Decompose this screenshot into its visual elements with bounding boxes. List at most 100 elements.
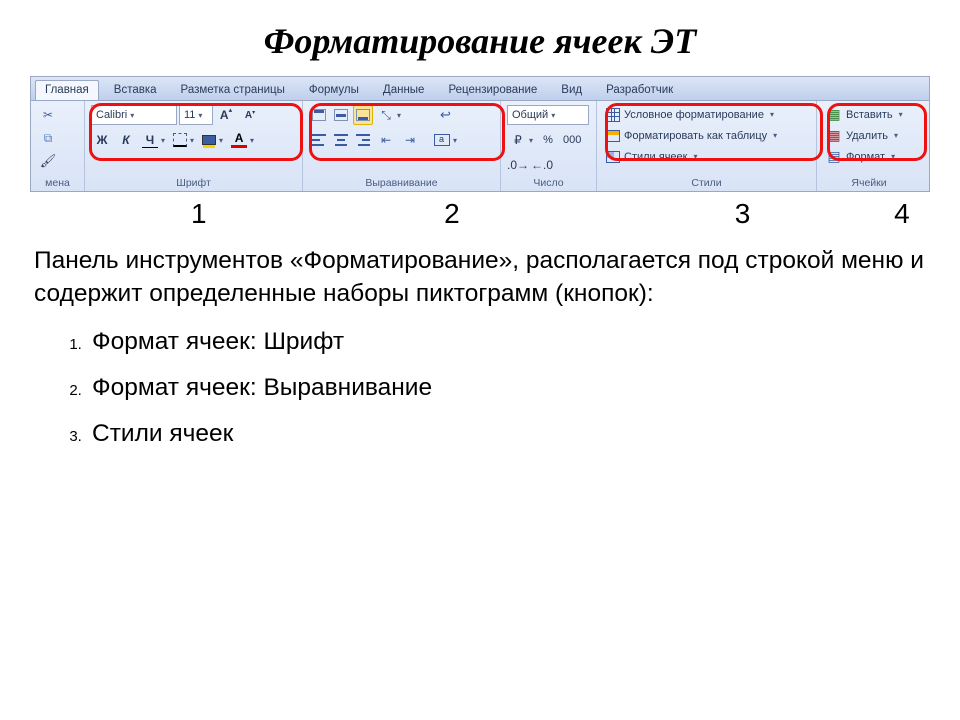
format-as-table-icon — [606, 130, 620, 142]
brush-icon — [40, 153, 56, 169]
delete-icon — [826, 128, 842, 144]
cell-styles-icon — [606, 151, 620, 163]
list-item: Формат ячеек: Шрифт — [86, 328, 930, 356]
format-icon — [826, 149, 842, 165]
group-styles-label: Стили — [603, 177, 810, 190]
thousands-button[interactable]: 000 — [560, 130, 584, 150]
align-center-icon — [334, 134, 348, 146]
tab-home[interactable]: Главная — [35, 80, 99, 100]
font-name-combo[interactable]: Calibri — [91, 105, 177, 125]
group-alignment-label: Выравнивание — [309, 177, 494, 190]
decrease-font-icon — [242, 107, 258, 123]
callout-4: 4 — [874, 198, 930, 230]
group-alignment: Выравнивание — [303, 101, 501, 191]
increase-font-icon — [218, 107, 234, 123]
align-top-icon — [312, 109, 326, 121]
scissors-icon — [40, 107, 56, 123]
list-item: Формат ячеек: Выравнивание — [86, 374, 930, 402]
insert-cells-button[interactable]: Вставить — [823, 105, 915, 124]
font-color-button[interactable] — [228, 130, 257, 150]
bold-icon — [94, 132, 110, 148]
number-format-combo[interactable]: Общий — [507, 105, 589, 125]
shrink-font-button[interactable] — [239, 105, 261, 125]
align-top-button[interactable] — [309, 105, 329, 125]
conditional-formatting-button[interactable]: Условное форматирование — [603, 105, 810, 124]
align-bottom-icon — [356, 109, 370, 121]
tab-developer[interactable]: Разработчик — [597, 81, 682, 100]
group-number-label: Число — [507, 177, 590, 190]
merge-center-button[interactable] — [431, 130, 460, 150]
percent-button[interactable]: % — [538, 130, 558, 150]
align-left-icon — [312, 134, 326, 146]
tab-formulas[interactable]: Формулы — [300, 81, 368, 100]
align-center-button[interactable] — [331, 130, 351, 150]
merge-icon — [434, 134, 450, 146]
currency-button[interactable]: ₽ — [507, 130, 536, 150]
bold-button[interactable] — [91, 130, 113, 150]
wrap-text-icon — [438, 107, 454, 123]
align-right-button[interactable] — [353, 130, 373, 150]
fill-color-button[interactable] — [199, 130, 226, 150]
callout-3: 3 — [714, 198, 770, 230]
underline-button[interactable] — [139, 130, 168, 150]
callout-1: 1 — [171, 198, 227, 230]
border-button[interactable] — [170, 130, 197, 150]
increase-decimal-icon: .0→ — [510, 157, 526, 173]
align-middle-button[interactable] — [331, 105, 351, 125]
border-icon — [173, 133, 187, 147]
tab-data[interactable]: Данные — [374, 81, 434, 100]
grow-font-button[interactable] — [215, 105, 237, 125]
orientation-icon — [378, 107, 394, 123]
insert-icon — [826, 107, 842, 123]
align-bottom-button[interactable] — [353, 105, 373, 125]
callout-numbers: 1 2 3 4 — [30, 198, 930, 230]
decrease-indent-button[interactable] — [375, 130, 397, 150]
excel-ribbon: Главная Вставка Разметка страницы Формул… — [30, 76, 930, 192]
slide-title: Форматирование ячеек ЭТ — [30, 20, 930, 62]
copy-icon — [40, 130, 56, 146]
group-cells: Вставить Удалить Формат Ячейки — [817, 101, 921, 191]
italic-icon — [118, 132, 134, 148]
callout-2: 2 — [424, 198, 480, 230]
underline-icon — [142, 132, 158, 148]
currency-icon: ₽ — [510, 132, 526, 148]
group-font: Calibri 11 Шрифт — [85, 101, 303, 191]
tab-page-layout[interactable]: Разметка страницы — [172, 81, 294, 100]
description-paragraph: Панель инструментов «Форматирование», ра… — [34, 244, 926, 310]
format-as-table-button[interactable]: Форматировать как таблицу — [603, 126, 810, 145]
font-size-combo[interactable]: 11 — [179, 105, 213, 125]
group-clipboard: мена — [31, 101, 85, 191]
italic-button[interactable] — [115, 130, 137, 150]
wrap-text-button[interactable] — [431, 105, 460, 125]
cut-button[interactable] — [37, 105, 59, 125]
group-number: Общий ₽ % 000 .0→ ←.0 Число — [501, 101, 597, 191]
copy-button[interactable] — [37, 128, 59, 148]
decrease-decimal-button[interactable]: ←.0 — [531, 155, 553, 175]
align-right-icon — [356, 134, 370, 146]
tab-review[interactable]: Рецензирование — [439, 81, 546, 100]
align-middle-icon — [334, 109, 348, 121]
conditional-formatting-icon — [606, 108, 620, 122]
increase-decimal-button[interactable]: .0→ — [507, 155, 529, 175]
cell-styles-button[interactable]: Стили ячеек — [603, 147, 810, 166]
tab-insert[interactable]: Вставка — [105, 81, 166, 100]
tab-view[interactable]: Вид — [552, 81, 591, 100]
decrease-decimal-icon: ←.0 — [534, 157, 550, 173]
increase-indent-button[interactable] — [399, 130, 421, 150]
group-cells-label: Ячейки — [823, 177, 915, 190]
list-item: Стили ячеек — [86, 420, 930, 448]
fill-icon — [202, 135, 216, 145]
align-left-button[interactable] — [309, 130, 329, 150]
font-color-icon — [231, 132, 247, 148]
group-styles: Условное форматирование Форматировать ка… — [597, 101, 817, 191]
delete-cells-button[interactable]: Удалить — [823, 126, 915, 145]
orientation-button[interactable] — [375, 105, 404, 125]
increase-indent-icon — [402, 132, 418, 148]
format-cells-button[interactable]: Формат — [823, 147, 915, 166]
group-clipboard-label: мена — [37, 177, 78, 190]
format-painter-button[interactable] — [37, 151, 59, 171]
ribbon-tabs: Главная Вставка Разметка страницы Формул… — [31, 77, 929, 101]
decrease-indent-icon — [378, 132, 394, 148]
group-font-label: Шрифт — [91, 177, 296, 190]
items-list: Формат ячеек: Шрифт Формат ячеек: Выравн… — [86, 328, 930, 448]
